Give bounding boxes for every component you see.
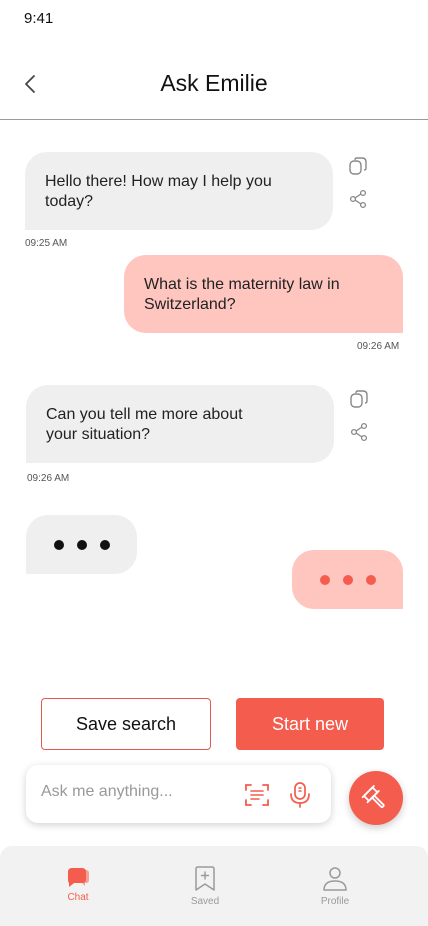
message-actions [348,388,372,443]
copy-icon [349,157,367,175]
nav-label: Saved [190,896,220,907]
typing-dot [76,539,87,550]
message-time: 09:26 AM [357,341,400,352]
profile-icon [323,867,347,891]
message-text: Hello there! How may I help you today? [45,173,272,210]
share-icon [350,422,368,442]
typing-dot [99,539,110,550]
bottom-nav: Chat Saved Profile [0,846,428,926]
message-bubble-assistant: Hello there! How may I help you today? [25,152,333,230]
message-bubble-user: What is the maternity law in Switzerland… [124,255,403,333]
typing-dot [342,574,353,585]
message-text: What is the maternity law in Switzerland… [144,276,340,313]
message-time: 09:26 AM [27,473,70,484]
start-new-button[interactable]: Start new [236,698,384,750]
typing-dot [319,574,330,585]
scan-text-icon [245,784,269,806]
microphone-button[interactable] [288,781,312,814]
microphone-icon [290,782,310,808]
message-actions [347,155,371,210]
typing-dot [53,539,64,550]
share-icon [349,189,367,209]
copy-icon [350,390,368,408]
nav-label: Profile [320,896,350,907]
chat-icon [68,868,89,887]
gavel-icon [361,785,385,809]
typing-indicator-user [292,550,403,609]
share-button[interactable] [348,421,370,443]
header: Ask Emilie [0,48,428,120]
save-search-button[interactable]: Save search [41,698,211,750]
search-box [26,765,331,823]
share-button[interactable] [347,188,369,210]
legal-fab-button[interactable] [349,771,403,825]
nav-item-chat[interactable]: Chat [38,866,118,903]
nav-label: Chat [67,892,89,903]
typing-dot [365,574,376,585]
bookmark-icon [195,866,215,891]
status-time: 9:41 [24,10,54,27]
message-time: 09:25 AM [25,238,68,249]
page-title: Ask Emilie [160,70,268,96]
typing-indicator-assistant [26,515,137,574]
search-input[interactable] [41,783,236,801]
nav-item-saved[interactable]: Saved [165,866,245,907]
copy-button[interactable] [348,388,370,410]
copy-button[interactable] [347,155,369,177]
nav-item-profile[interactable]: Profile [295,866,375,907]
message-text: Can you tell me more about your situatio… [46,406,243,443]
message-bubble-assistant: Can you tell me more about your situatio… [26,385,334,463]
scan-button[interactable] [244,782,270,813]
